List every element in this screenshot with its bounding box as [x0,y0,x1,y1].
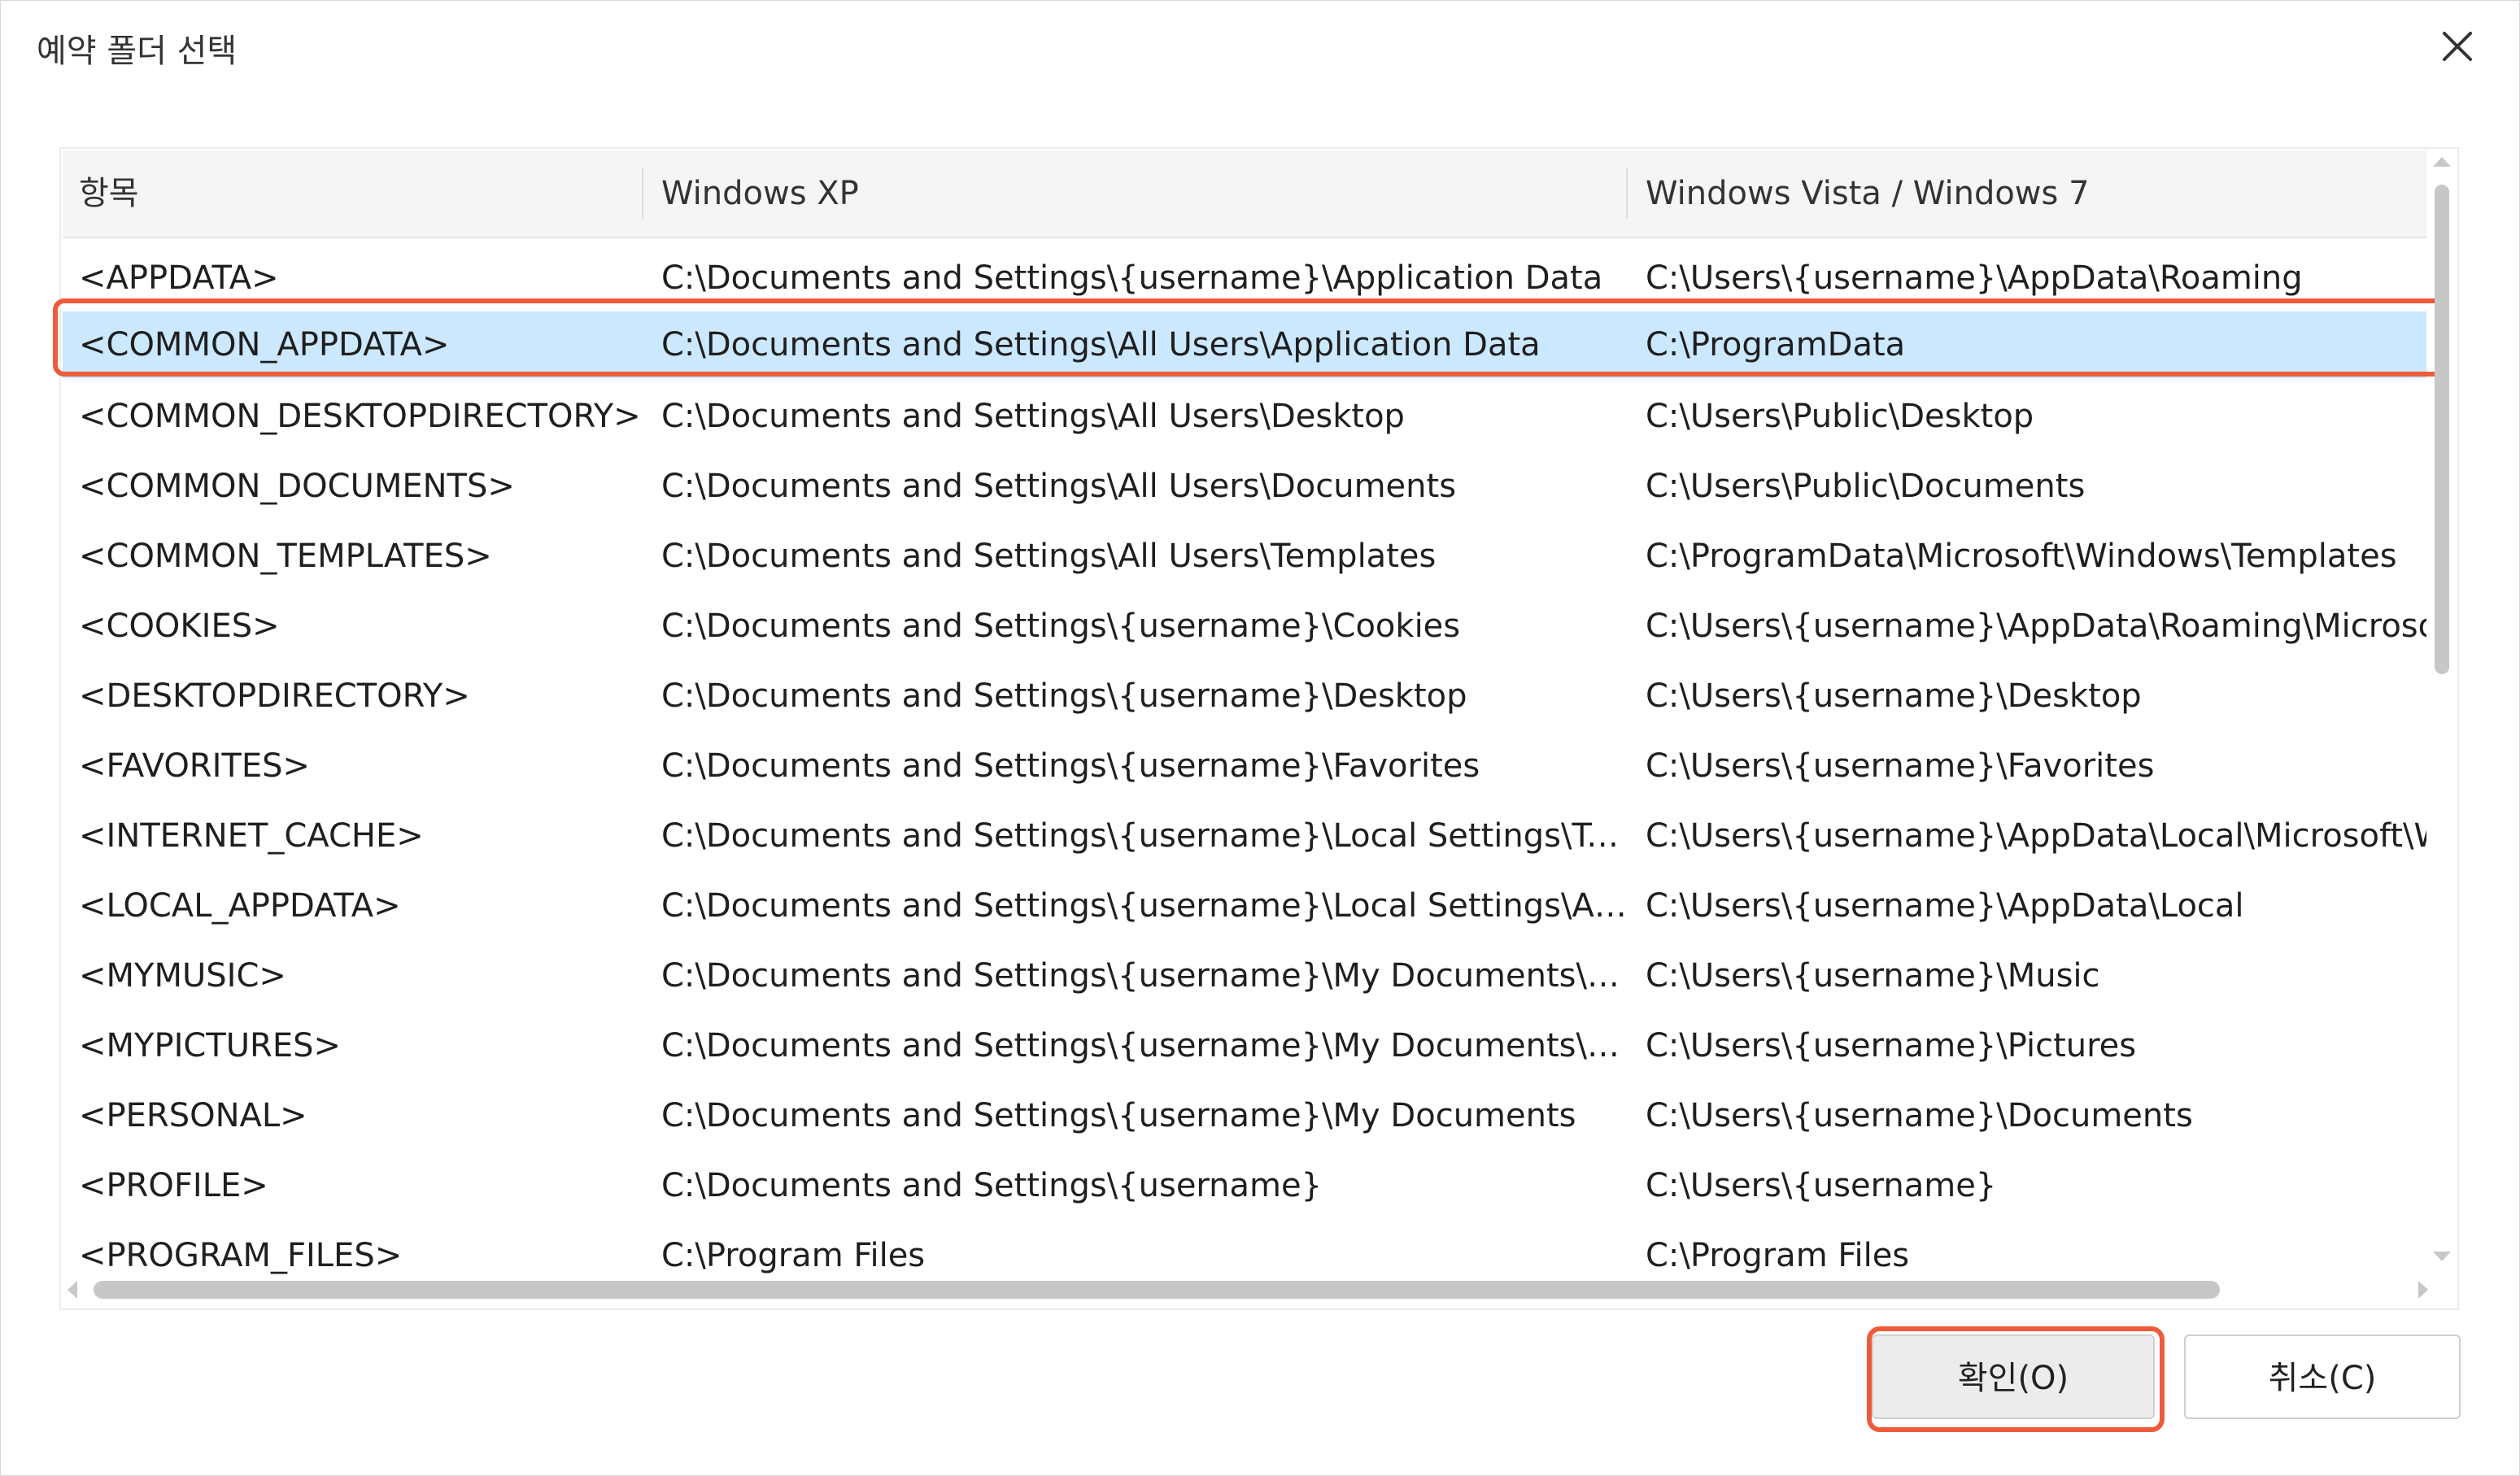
scroll-up-arrow-icon[interactable] [2433,157,2451,167]
close-icon [2443,32,2472,61]
table-row[interactable]: <MYMUSIC> C:\Documents and Settings\{user… [63,943,2426,1009]
table-row[interactable]: <INTERNET_CACHE> C:\Documents and Setting… [63,803,2426,869]
folder-select-dialog: 예약 폴더 선택 항목 Windows XP Windows Vista / W… [0,0,2520,1476]
cell-windows-xp: C:\Documents and Settings\{username}\App… [661,259,1603,297]
cell-item: <APPDATA> [79,259,279,297]
cell-windows-xp: C:\Documents and Settings\{username}\My … [661,957,1629,995]
scroll-down-arrow-icon[interactable] [2433,1252,2451,1261]
table-row[interactable]: <FAVORITES> C:\Documents and Settings\{us… [63,733,2426,799]
column-header-windows-vista-7[interactable]: Windows Vista / Windows 7 [1629,150,2426,237]
column-header-windows-xp[interactable]: Windows XP [645,150,1629,237]
column-divider[interactable] [1626,168,1628,219]
cell-item: <COMMON_DOCUMENTS> [79,468,515,505]
cell-windows-xp: C:\Documents and Settings\{username}\Loc… [661,887,1629,925]
cell-item: <PROFILE> [79,1167,268,1204]
folder-list[interactable]: 항목 Windows XP Windows Vista / Windows 7 … [59,147,2459,1310]
cell-item: <COMMON_TEMPLATES> [79,538,492,575]
cell-windows-xp: C:\Documents and Settings\{username}\Fav… [661,747,1480,785]
cell-windows-vista-7: C:\Users\Public\Desktop [1646,398,2034,435]
table-row[interactable]: <PERSONAL> C:\Documents and Settings\{use… [63,1082,2426,1149]
table-row[interactable]: <COOKIES> C:\Documents and Settings\{user… [63,593,2426,660]
cell-windows-xp: C:\Documents and Settings\{username}\My … [661,1027,1629,1065]
table-row[interactable]: <APPDATA> C:\Documents and Settings\{user… [63,245,2426,311]
cell-windows-xp: C:\Documents and Settings\{username}\My … [661,1097,1576,1134]
cell-windows-vista-7: C:\Users\{username}\Favorites [1646,747,2155,785]
cell-item: <FAVORITES> [79,747,311,785]
cell-windows-xp: C:\Documents and Settings\All Users\Temp… [661,538,1437,575]
cell-item: <LOCAL_APPDATA> [79,887,401,925]
cell-windows-xp: C:\Documents and Settings\{username}\Des… [661,677,1467,715]
horizontal-scrollbar[interactable] [61,1274,2428,1305]
cell-windows-vista-7: C:\ProgramData\Microsoft\Windows\Templat… [1646,538,2397,575]
cell-windows-vista-7: C:\Users\{username}\AppData\Local\Micros… [1646,817,2426,855]
cell-windows-vista-7: C:\Users\{username} [1646,1167,1997,1204]
table-row[interactable]: <COMMON_DOCUMENTS> C:\Documents and Setti… [63,453,2426,520]
cell-windows-xp: C:\Documents and Settings\All Users\Docu… [661,468,1457,505]
table-row[interactable]: <COMMON_TEMPLATES> C:\Documents and Setti… [63,523,2426,590]
cell-item: <PERSONAL> [79,1097,307,1134]
dialog-title: 예약 폴더 선택 [37,33,238,70]
column-header-item[interactable]: 항목 [63,150,645,237]
cell-windows-vista-7: C:\Users\{username}\AppData\Local [1646,887,2244,925]
list-header: 항목 Windows XP Windows Vista / Windows 7 [63,150,2426,238]
cell-item: <MYPICTURES> [79,1027,341,1065]
cell-windows-vista-7: C:\Users\{username}\Pictures [1646,1027,2137,1065]
column-divider[interactable] [642,168,643,219]
cell-windows-vista-7: C:\Users\{username}\Documents [1646,1097,2193,1134]
cell-windows-vista-7: C:\Users\{username}\AppData\Roaming [1646,259,2303,297]
vertical-scroll-thumb[interactable] [2435,185,2449,674]
cell-windows-xp: C:\Documents and Settings\All Users\Appl… [661,326,1541,364]
cell-item: <COMMON_DESKTOPDIRECTORY> [79,398,641,435]
cell-windows-vista-7: C:\Users\{username}\Music [1646,957,2100,995]
close-button[interactable] [2433,22,2482,71]
cell-windows-vista-7: C:\ProgramData [1646,326,1906,364]
cell-windows-xp: C:\Documents and Settings\{username}\Coo… [661,607,1461,645]
vertical-scrollbar[interactable] [2430,149,2454,1269]
cell-windows-xp: C:\Documents and Settings\{username}\Loc… [661,817,1629,855]
table-row[interactable]: <COMMON_APPDATA> C:\Documents and Setting… [63,311,2426,378]
cell-item: <DESKTOPDIRECTORY> [79,677,470,715]
scroll-right-arrow-icon[interactable] [2418,1281,2428,1299]
list-rows: <APPDATA> C:\Documents and Settings\{user… [63,238,2426,1308]
table-row[interactable]: <MYPICTURES> C:\Documents and Settings\{u… [63,1012,2426,1079]
cell-item: <INTERNET_CACHE> [79,817,424,855]
cell-windows-vista-7: C:\Users\{username}\Desktop [1646,677,2142,715]
cell-windows-vista-7: C:\Users\{username}\AppData\Roaming\Micr… [1646,607,2426,645]
cell-windows-xp: C:\Documents and Settings\{username} [661,1167,1323,1204]
horizontal-scroll-thumb[interactable] [94,1281,2220,1299]
table-row[interactable]: <PROFILE> C:\Documents and Settings\{user… [63,1152,2426,1219]
cancel-button[interactable]: 취소(C) [2184,1334,2461,1419]
table-row[interactable]: <LOCAL_APPDATA> C:\Documents and Settings… [63,873,2426,939]
cell-windows-vista-7: C:\Users\Public\Documents [1646,468,2086,505]
table-row[interactable]: <DESKTOPDIRECTORY> C:\Documents and Setti… [63,663,2426,729]
table-row[interactable]: <COMMON_DESKTOPDIRECTORY> C:\Documents an… [63,383,2426,450]
cell-item: <MYMUSIC> [79,957,286,995]
ok-button[interactable]: 확인(O) [1872,1334,2155,1419]
cell-item: <COOKIES> [79,607,280,645]
cell-windows-xp: C:\Documents and Settings\All Users\Desk… [661,398,1405,435]
cell-item: <COMMON_APPDATA> [79,326,450,364]
scroll-left-arrow-icon[interactable] [68,1281,77,1299]
